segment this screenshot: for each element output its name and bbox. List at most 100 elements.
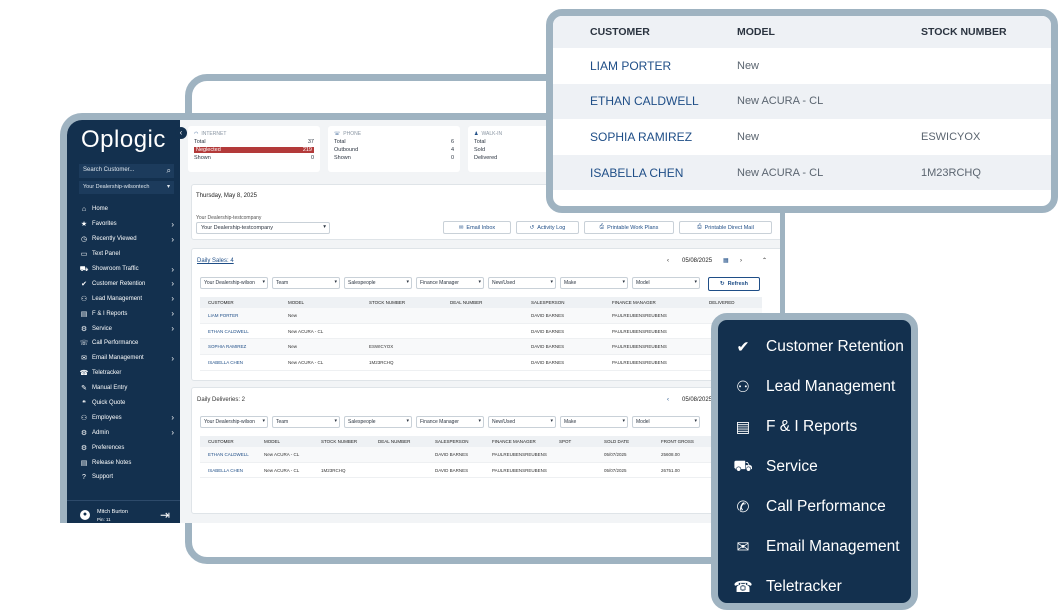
daily-sales-title[interactable]: Daily Sales: 4 xyxy=(197,258,234,264)
menu-item-service[interactable]: ⛟ Service xyxy=(732,456,817,478)
customer-link[interactable]: ETHAN CALDWELL xyxy=(553,94,737,108)
logout-icon[interactable]: ⇥ xyxy=(160,508,170,522)
stat-card-phone[interactable]: ☏ PHONE Total 6 Outbound 4 Shown 0 xyxy=(328,126,460,172)
sidebar-item-lead-management[interactable]: ⚇ Lead Management › xyxy=(79,291,174,306)
menu-item-f-i-reports[interactable]: ▤ F & I Reports xyxy=(732,416,858,438)
chevron-down-icon: ▾ xyxy=(406,418,409,424)
customer-link[interactable]: LIAM PORTER xyxy=(200,313,280,318)
customer-link[interactable]: SOPHIA RAMIREZ xyxy=(553,130,737,144)
customer-link[interactable]: ETHAN CALDWELL xyxy=(200,329,280,334)
filter-select[interactable]: Salespeople ▾ xyxy=(344,277,412,289)
search-input[interactable]: Search Customer... ⌕ xyxy=(79,164,174,178)
table-row[interactable]: ISABELLA CHEN New ACURA - CL 1M23RCHQ xyxy=(553,154,1051,191)
sidebar-item-home[interactable]: ⌂ Home xyxy=(79,202,174,217)
sidebar-item-teletracker[interactable]: ☎ Teletracker xyxy=(79,366,174,381)
filter-select[interactable]: Your Dealership-wilson ▾ xyxy=(200,277,268,289)
email-inbox-button[interactable]: ✉ Email Inbox xyxy=(443,221,511,234)
menu-item-lead-management[interactable]: ⚇ Lead Management xyxy=(732,376,895,398)
filter-select[interactable]: Model ▾ xyxy=(632,416,700,428)
customer-link[interactable]: ISABELLA CHEN xyxy=(553,166,737,180)
chevron-down-icon: ▾ xyxy=(334,279,337,285)
table-cell: 05/07/2025 xyxy=(604,467,627,473)
filter-select[interactable]: Make ▾ xyxy=(560,277,628,289)
table-row[interactable]: ETHAN CALDWELL New ACURA - CL DAVID BARNES… xyxy=(200,447,762,463)
stat-title: PHONE xyxy=(343,131,362,137)
sidebar-item-preferences[interactable]: ⚙ Preferences xyxy=(79,440,174,455)
customer-link[interactable]: ISABELLA CHEN xyxy=(200,360,280,365)
filter-select[interactable]: New/Used ▾ xyxy=(488,416,556,428)
sidebar-item-customer-retention[interactable]: ✔ Customer Retention › xyxy=(79,276,174,291)
sidebar-item-favorites[interactable]: ★ Favorites › xyxy=(79,217,174,232)
page-date: Thursday, May 8, 2025 xyxy=(196,193,257,199)
printable-direct-mail-button[interactable]: ⎙ Printable Direct Mail xyxy=(679,221,772,234)
filter-select[interactable]: New/Used ▾ xyxy=(488,277,556,289)
sidebar-item-service[interactable]: ⚙ Service › xyxy=(79,321,174,336)
dealership-select[interactable]: Your Dealership-wilsontech ▾ xyxy=(79,181,174,194)
sidebar-item-call-performance[interactable]: ☏ Call Performance xyxy=(79,336,174,351)
filter-select[interactable]: Your Dealership-wilson ▾ xyxy=(200,416,268,428)
table-row[interactable]: LIAM PORTER New DAVID BARNES PAULREUBENSREU… xyxy=(200,308,762,324)
search-icon[interactable]: ⌕ xyxy=(167,166,171,176)
collapse-sidebar-button[interactable]: ‹ xyxy=(175,127,187,139)
filter-select[interactable]: Salespeople ▾ xyxy=(344,416,412,428)
sales-filters: Your Dealership-wilson ▾ Team ▾ Salespeople ▾… xyxy=(200,277,700,289)
sidebar-item-support[interactable]: ? Support xyxy=(79,470,174,485)
chevron-right-icon: › xyxy=(171,264,174,274)
refresh-button[interactable]: ↻ Refresh xyxy=(708,277,760,291)
table-row[interactable]: SOPHIA RAMIREZ New ESWICYOX DAVID BARNES PAU… xyxy=(200,339,762,356)
chevron-up-icon[interactable]: ⌃ xyxy=(762,257,767,264)
filter-select[interactable]: Team ▾ xyxy=(272,277,340,289)
table-row[interactable]: ISABELLA CHEN New ACURA - CL 1M23RCHQ DAVID… xyxy=(200,463,762,479)
customer-link[interactable]: LIAM PORTER xyxy=(553,59,737,73)
sidebar-item-text-panel[interactable]: ▭ Text Panel xyxy=(79,247,174,262)
sidebar-item-admin[interactable]: ⚙ Admin › xyxy=(79,425,174,440)
sidebar-item-quick-quote[interactable]: ❝ Quick Quote xyxy=(79,396,174,411)
filter-select[interactable]: Make ▾ xyxy=(560,416,628,428)
user-name: Mitch Burton xyxy=(97,509,128,515)
table-row[interactable]: ISABELLA CHEN New ACURA - CL 1M23RCHQ DAVID… xyxy=(200,355,762,371)
chevron-down-icon: ▾ xyxy=(622,279,625,285)
menu-item-customer-retention[interactable]: ✔ Customer Retention xyxy=(732,336,904,358)
sidebar-item-manual-entry[interactable]: ✎ Manual Entry xyxy=(79,381,174,396)
table-cell: New ACURA - CL xyxy=(737,95,824,108)
table-body: LIAM PORTER New ETHAN CALDWELL New ACURA - … xyxy=(553,48,1051,191)
stat-card-internet[interactable]: ◠ INTERNET Total 37 Neglected 219 Shown 0 xyxy=(188,126,320,172)
table-cell: New ACURA - CL xyxy=(264,451,300,457)
sidebar-item-release-notes[interactable]: ▤ Release Notes xyxy=(79,455,174,470)
calendar-icon[interactable]: ▦ xyxy=(723,257,729,264)
chevron-down-icon: ▾ xyxy=(550,279,553,285)
filter-select[interactable]: Finance Manager ▾ xyxy=(416,416,484,428)
sidebar-item-showroom-traffic[interactable]: ⛟ Showroom Traffic › xyxy=(79,262,174,277)
filter-select[interactable]: Model ▾ xyxy=(632,277,700,289)
dealer-select[interactable]: Your Dealership-testcompany ▾ xyxy=(196,222,330,234)
menu-item-teletracker[interactable]: ☎ Teletracker xyxy=(732,576,841,598)
printable-work-plans-button[interactable]: ⎙ Printable Work Plans xyxy=(584,221,674,234)
logo: Oplogic xyxy=(81,126,166,153)
filter-label: Model xyxy=(636,280,650,286)
sales-prev-icon[interactable]: ‹ xyxy=(667,258,669,264)
chevron-down-icon: ▾ xyxy=(323,224,326,230)
menu-item-email-management[interactable]: ✉ Email Management xyxy=(732,536,900,558)
sidebar-item-employees[interactable]: ⚇ Employees › xyxy=(79,410,174,425)
employees-icon: ⚇ xyxy=(80,414,88,422)
table-row[interactable]: LIAM PORTER New xyxy=(553,48,1051,84)
filter-select[interactable]: Finance Manager ▾ xyxy=(416,277,484,289)
customer-link[interactable]: ISABELLA CHEN xyxy=(200,468,256,473)
table-row[interactable]: ETHAN CALDWELL New ACURA - CL DAVID BARNES… xyxy=(200,324,762,340)
sidebar-item-label: Text Panel xyxy=(92,251,121,258)
customer-link[interactable]: SOPHIA RAMIREZ xyxy=(200,344,280,349)
filter-select[interactable]: Team ▾ xyxy=(272,416,340,428)
deliveries-prev-icon[interactable]: ‹ xyxy=(667,397,669,403)
table-row[interactable]: ETHAN CALDWELL New ACURA - CL xyxy=(553,83,1051,120)
sidebar-item-email-management[interactable]: ✉ Email Management › xyxy=(79,351,174,366)
sidebar-item-recently-viewed[interactable]: ◷ Recently Viewed › xyxy=(79,232,174,247)
chevron-right-icon: › xyxy=(171,353,174,363)
sales-next-icon[interactable]: › xyxy=(740,258,742,264)
table-cell: New ACURA - CL xyxy=(288,328,324,334)
customer-link[interactable]: ETHAN CALDWELL xyxy=(200,452,256,457)
activity-log-button[interactable]: ↺ Activity Log xyxy=(516,221,579,234)
table-row[interactable]: SOPHIA RAMIREZ New ESWICYOX xyxy=(553,119,1051,155)
sidebar-item-label: Customer Retention xyxy=(92,280,146,287)
menu-item-call-performance[interactable]: ✆ Call Performance xyxy=(732,496,886,518)
sidebar-item-f-i-reports[interactable]: ▤ F & I Reports › xyxy=(79,306,174,321)
